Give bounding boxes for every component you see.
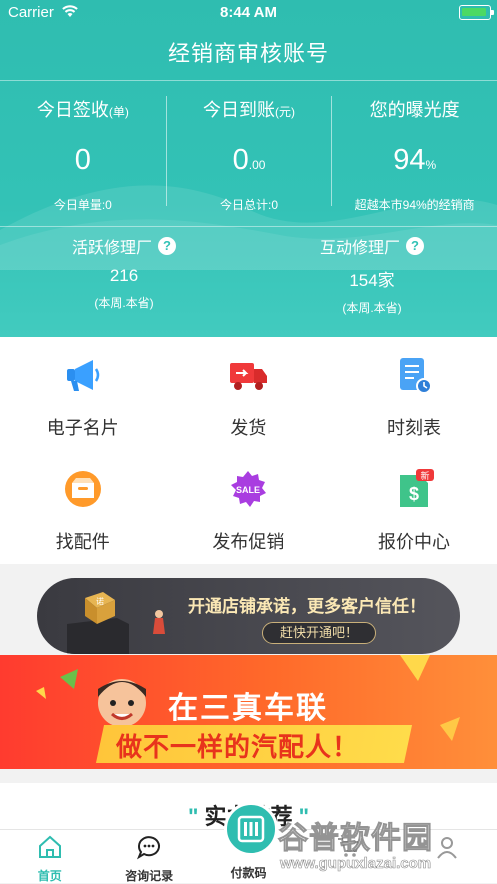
factory-label: 互动修理厂? [320, 234, 424, 258]
promo-line-one: 在三真车联 [168, 692, 328, 725]
svg-text:$: $ [409, 484, 419, 504]
stat-value: 0.00 [232, 144, 266, 176]
battery-icon [459, 5, 494, 20]
cart-icon [337, 838, 360, 857]
grid-item-label: 报价中心 [377, 531, 450, 552]
grid-item-label: 发布促销 [212, 531, 285, 552]
quote-price-icon: $ 新 [399, 468, 434, 507]
stat-sub: 今日单量:0 [53, 198, 112, 212]
stat-exposure[interactable]: 您的曝光度 94% 超越本市94%的经销商 [331, 96, 497, 212]
stat-value: 94% [393, 144, 437, 176]
open-store-button[interactable]: 赶快开通吧！ [262, 622, 376, 644]
schedule-icon [399, 358, 432, 394]
dashboard-header: Carrier 8:44 AM 经销商审核账号 今日签收(单) 0 今日单量:0… [0, 0, 497, 337]
active-repair-shops[interactable]: 活跃修理厂? 216 (本周.本省) [0, 234, 248, 316]
store-promise-banner[interactable]: 诺 开通店铺承诺，更多客户信任！ 赶快开通吧！ [37, 578, 460, 654]
home-icon [38, 835, 61, 858]
stat-sub: 今日总计:0 [220, 198, 279, 212]
new-badge-text: 新 [420, 470, 429, 481]
grid-item-quote-center[interactable]: $ 新 报价中心 [331, 451, 497, 564]
page-title: 经销商审核账号 [167, 41, 329, 66]
stat-value: 0 [74, 144, 91, 176]
status-bar: Carrier 8:44 AM [0, 0, 497, 24]
stat-label: 今日签收(单) [36, 100, 129, 120]
factory-value: 216 [109, 266, 139, 285]
promo-banner[interactable]: 在三真车联 做不一样的汽配人！ [0, 655, 497, 769]
sale-badge-icon: SALE [231, 470, 267, 507]
tab-label: 首页 [37, 869, 62, 883]
factory-sub: (本周.本省) [342, 301, 402, 315]
parts-box-icon [64, 470, 101, 507]
interactive-repair-shops[interactable]: 互动修理厂? 154家 (本周.本省) [248, 234, 496, 316]
grid-item-label: 电子名片 [46, 418, 119, 438]
promise-badge-text: 诺 [96, 596, 104, 606]
factory-label: 活跃修理厂? [72, 234, 176, 258]
payment-code-icon [237, 815, 265, 843]
factories-row: 活跃修理厂? 216 (本周.本省) 互动修理厂? 154家 (本周.本省) [0, 234, 497, 316]
stat-label: 今日到账(元) [203, 100, 295, 120]
svg-text:SALE: SALE [236, 485, 260, 495]
grid-item-business-card[interactable]: 电子名片 [0, 337, 166, 450]
promo-line-two: 做不一样的汽配人！ [116, 732, 360, 762]
chat-icon [137, 836, 161, 860]
stat-today-received[interactable]: 今日到账(元) 0.00 今日总计:0 [165, 96, 332, 212]
stat-sub: 超越本市94%的经销商 [354, 198, 475, 212]
tab-label: 付款码 [230, 866, 267, 880]
help-icon[interactable]: ? [406, 237, 424, 255]
tab-home[interactable]: 首页 [0, 830, 99, 883]
stats-row: 今日签收(单) 0 今日单量:0 今日到账(元) 0.00 今日总计:0 您的曝… [0, 96, 497, 212]
grid-item-publish-promo[interactable]: SALE 发布促销 [166, 451, 332, 564]
grid-item-label: 发货 [230, 418, 267, 438]
tab-profile[interactable] [398, 830, 497, 883]
factory-sub: (本周.本省) [94, 296, 154, 310]
grid-item-ship[interactable]: 发货 [166, 337, 332, 450]
feature-grid: 电子名片 发货 时刻表 找配件 SALE 发布促销 $ 新 报价中心 [0, 337, 497, 564]
delivery-truck-icon [230, 363, 268, 390]
payment-code-button[interactable] [224, 802, 278, 856]
grid-item-label: 时刻表 [386, 418, 441, 438]
title-divider [0, 80, 497, 81]
tab-consult-records[interactable]: 咨询记录 [99, 830, 198, 883]
stat-label: 您的曝光度 [369, 100, 460, 120]
factory-value: 154家 [349, 271, 395, 290]
grid-item-find-parts[interactable]: 找配件 [0, 451, 166, 564]
stat-today-signed[interactable]: 今日签收(单) 0 今日单量:0 [0, 96, 166, 212]
grid-item-label: 找配件 [55, 531, 110, 552]
megaphone-icon [66, 360, 100, 391]
stats-divider [0, 226, 497, 227]
profile-icon [437, 837, 458, 859]
tab-label: 咨询记录 [125, 869, 174, 883]
help-icon[interactable]: ? [158, 237, 176, 255]
tab-cart[interactable] [298, 830, 397, 883]
store-promise-text: 开通店铺承诺，更多客户信任！ [188, 597, 426, 616]
clock-time: 8:44 AM [220, 4, 277, 21]
grid-item-schedule[interactable]: 时刻表 [331, 337, 497, 450]
